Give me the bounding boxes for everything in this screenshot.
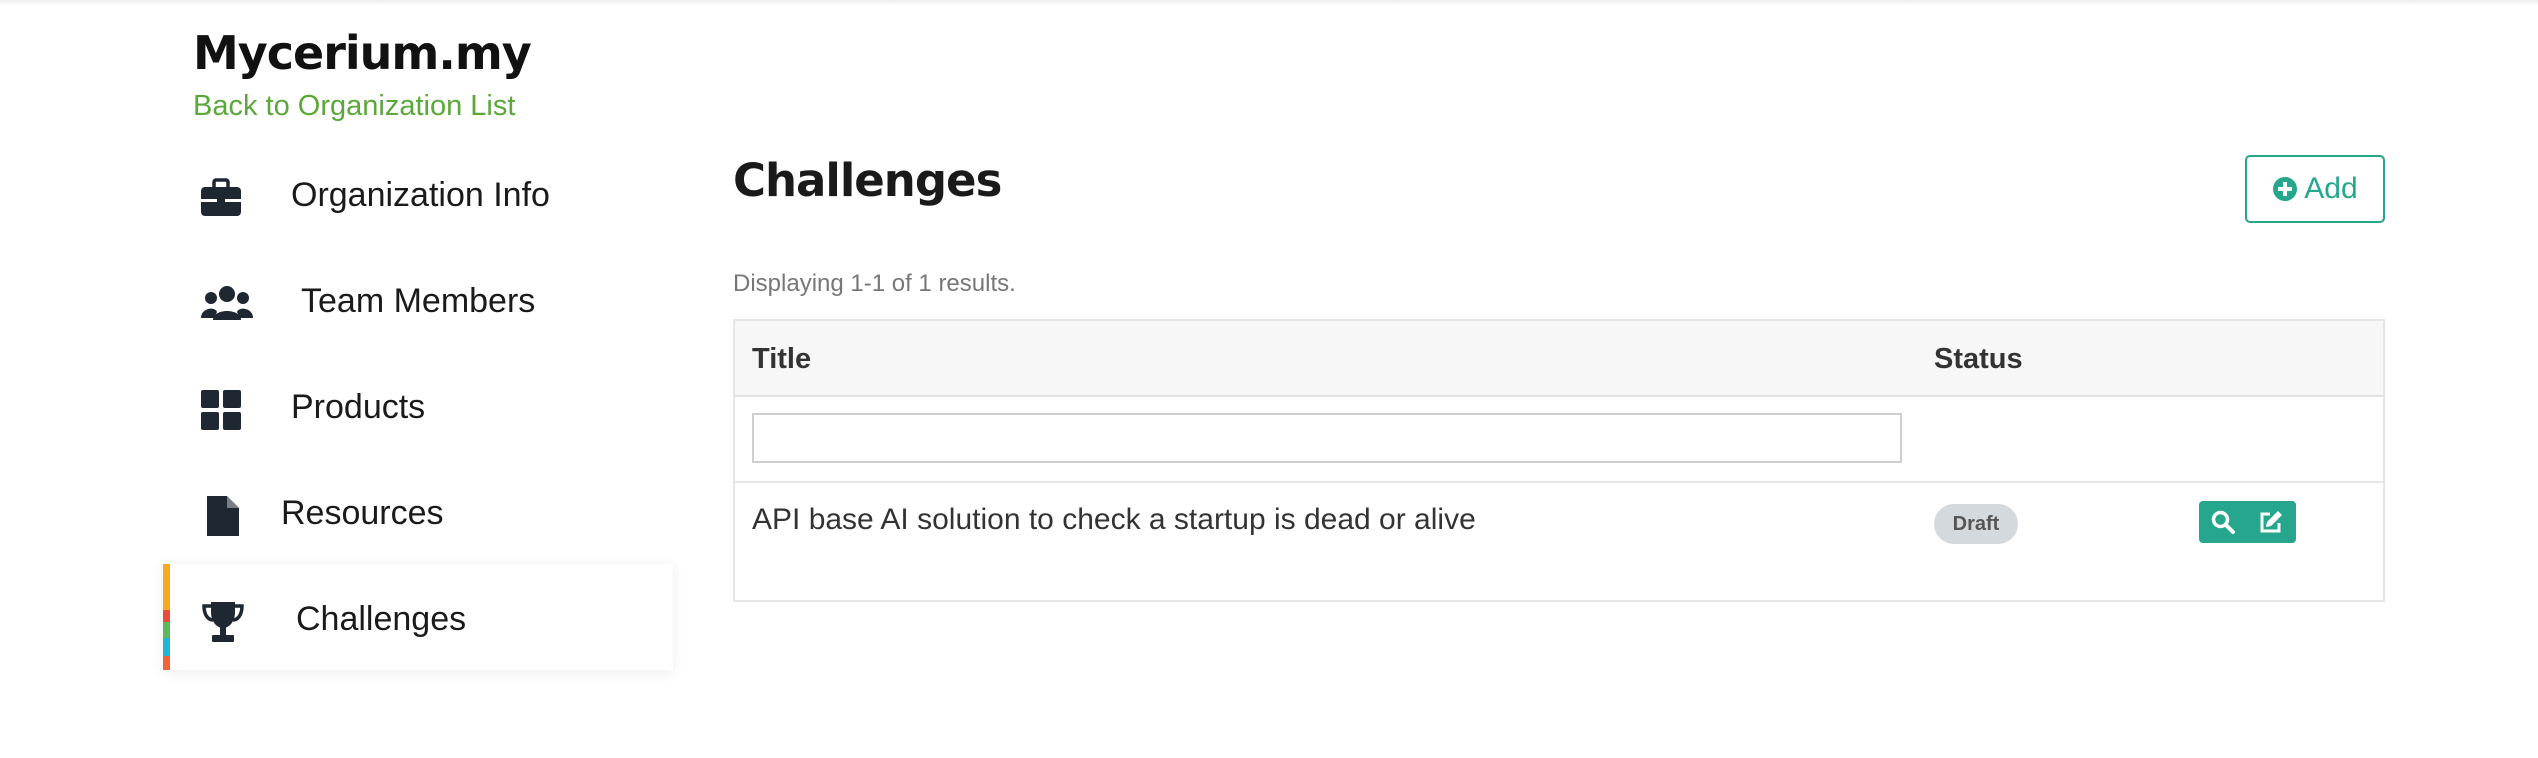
search-icon [2211, 510, 2235, 534]
users-icon [201, 282, 253, 326]
sidebar-item-label: Team Members [301, 282, 536, 320]
results-summary: Displaying 1-1 of 1 results. [733, 270, 1016, 297]
challenge-title-cell: API base AI solution to check a startup … [752, 503, 1476, 536]
view-button[interactable] [2199, 501, 2247, 543]
sidebar-item-resources[interactable]: Resources [163, 458, 673, 564]
sidebar-item-organization-info[interactable]: Organization Info [163, 140, 673, 246]
table-row: API base AI solution to check a startup … [735, 483, 2383, 600]
back-to-organization-list-link[interactable]: Back to Organization List [193, 90, 515, 123]
sidebar-item-label: Organization Info [291, 176, 550, 214]
brand-title: Mycerium.my [193, 26, 532, 80]
filter-row [735, 397, 2383, 483]
sidebar-item-label: Resources [281, 494, 444, 532]
title-filter-input[interactable] [752, 413, 1902, 463]
briefcase-icon [199, 176, 243, 220]
file-icon [201, 494, 245, 538]
active-indicator [163, 564, 170, 670]
add-button-label: Add [2304, 172, 2358, 205]
status-badge: Draft [1934, 504, 2018, 544]
plus-circle-icon [2272, 176, 2298, 202]
add-button[interactable]: Add [2245, 155, 2385, 223]
page-title: Challenges [733, 154, 1002, 207]
row-actions [2199, 501, 2296, 543]
column-header-title[interactable]: Title [752, 343, 811, 376]
sidebar-item-label: Challenges [296, 600, 467, 638]
sidebar-item-products[interactable]: Products [163, 352, 673, 458]
edit-button[interactable] [2247, 501, 2295, 543]
sidebar-item-challenges[interactable]: Challenges [163, 564, 673, 670]
grid-icon [199, 388, 243, 432]
top-shadow [0, 0, 2538, 6]
table-header: Title Status [735, 321, 2383, 397]
sidebar-item-team-members[interactable]: Team Members [163, 246, 673, 352]
edit-icon [2260, 511, 2282, 533]
trophy-icon [201, 600, 245, 644]
sidebar-item-label: Products [291, 388, 426, 426]
column-header-status[interactable]: Status [1934, 343, 2023, 376]
challenges-table: Title Status API base AI solution to che… [733, 319, 2385, 602]
